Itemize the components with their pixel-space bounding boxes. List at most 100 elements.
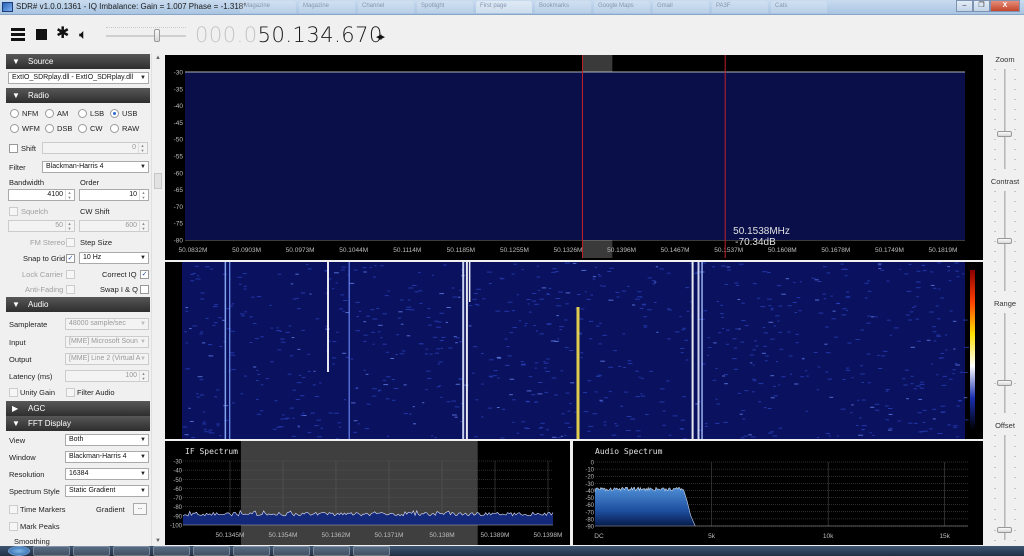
fm-stereo-checkbox[interactable] bbox=[66, 238, 75, 247]
anti-fading-checkbox[interactable] bbox=[66, 285, 75, 294]
main-spectrum-svg[interactable]: -30 -35 -40 -45 -50 -55 -60 -65 -70 -75 -80 50.0832… bbox=[165, 55, 983, 260]
audio-spectrum-plot[interactable]: Audio Spectrum 0 -10 -20 -30 -40 -50 -60 -70 -80 -… bbox=[573, 441, 983, 545]
bandwidth-input[interactable]: 4100 ▲ ▼ bbox=[8, 189, 75, 201]
fft-display-panel-header[interactable]: ▼ FFT Display bbox=[6, 416, 150, 431]
shift-input[interactable]: 0 ▲ ▼ bbox=[42, 142, 148, 154]
filter-select[interactable]: Blackman-Harris 4 ▼ bbox=[42, 161, 149, 173]
time-markers-checkbox[interactable] bbox=[9, 505, 18, 514]
mode-radio-wfm[interactable] bbox=[10, 124, 19, 133]
speaker-icon[interactable]: 🔈︎ bbox=[79, 27, 95, 41]
volume-slider[interactable] bbox=[106, 27, 186, 42]
squelch-checkbox[interactable] bbox=[9, 207, 18, 216]
slider-thumb[interactable] bbox=[997, 526, 1012, 533]
taskbar-item[interactable] bbox=[33, 546, 70, 556]
taskbar-item[interactable] bbox=[353, 546, 390, 556]
zoom-slider[interactable]: Zoom bbox=[990, 53, 1020, 173]
waterfall-svg[interactable] bbox=[165, 262, 983, 439]
frequency-display[interactable]: 000.050.134.670 bbox=[195, 23, 383, 47]
mode-radio-usb[interactable] bbox=[110, 109, 119, 118]
correct-iq-checkbox[interactable]: ✓ bbox=[140, 270, 149, 279]
browser-tab[interactable]: First page bbox=[476, 1, 532, 13]
lock-carrier-checkbox[interactable] bbox=[66, 270, 75, 279]
mode-radio-lsb[interactable] bbox=[78, 109, 87, 118]
frequency-step-arrows-icon[interactable]: ◂▸ bbox=[376, 30, 385, 43]
order-input[interactable]: 10 ▲ ▼ bbox=[79, 189, 149, 201]
squelch-input[interactable]: 50 ▲ ▼ bbox=[8, 220, 75, 232]
scroll-down-icon[interactable]: ▼ bbox=[155, 538, 161, 544]
main-spectrum-plot[interactable]: -30 -35 -40 -45 -50 -55 -60 -65 -70 -75 -80 50.0832… bbox=[165, 55, 983, 260]
mode-radio-raw[interactable] bbox=[110, 124, 119, 133]
spin-arrows-icon[interactable]: ▲ ▼ bbox=[138, 143, 146, 153]
scroll-up-icon[interactable]: ▲ bbox=[155, 55, 161, 61]
restore-button[interactable]: ❐ bbox=[973, 0, 990, 12]
sidebar-scrollbar[interactable]: ▲ ▼ bbox=[151, 53, 163, 546]
scrollbar-thumb[interactable] bbox=[154, 173, 162, 189]
hamburger-menu-icon[interactable] bbox=[11, 28, 25, 42]
gradient-button[interactable]: ... bbox=[133, 503, 147, 515]
minimize-button[interactable]: – bbox=[956, 0, 973, 12]
browser-tab[interactable]: Bookmarks bbox=[535, 1, 591, 13]
spin-arrows-icon[interactable]: ▲ ▼ bbox=[139, 190, 147, 200]
unity-gain-checkbox[interactable] bbox=[9, 388, 18, 397]
frequency-digits[interactable]: 50.134.670 bbox=[258, 23, 383, 47]
agc-panel-header[interactable]: ▶ AGC bbox=[6, 401, 150, 416]
slider-thumb[interactable] bbox=[997, 380, 1012, 386]
audio-output-select[interactable]: [MME] Line 2 (Virtual A ▼ bbox=[65, 353, 149, 365]
audio-panel-header[interactable]: ▼ Audio bbox=[6, 297, 150, 312]
latency-input[interactable]: 100 ▲ ▼ bbox=[65, 370, 149, 382]
range-slider[interactable]: Range bbox=[990, 297, 1020, 417]
taskbar-item[interactable] bbox=[113, 546, 150, 556]
shift-checkbox[interactable] bbox=[9, 144, 18, 153]
fft-window-select[interactable]: Blackman-Harris 4 ▼ bbox=[65, 451, 149, 463]
audio-input-select[interactable]: [MME] Microsoft Soun ▼ bbox=[65, 336, 149, 348]
swap-iq-checkbox[interactable] bbox=[140, 285, 149, 294]
gear-icon[interactable]: ✱ bbox=[56, 26, 72, 42]
frequency-leading-digits[interactable]: 000.0 bbox=[195, 23, 258, 47]
taskbar-item[interactable] bbox=[273, 546, 310, 556]
mark-peaks-checkbox[interactable] bbox=[9, 522, 18, 531]
mode-radio-dsb[interactable] bbox=[45, 124, 54, 133]
snap-to-grid-checkbox[interactable]: ✓ bbox=[66, 254, 75, 263]
browser-tab[interactable]: Spotlight bbox=[417, 1, 473, 13]
taskbar-item[interactable] bbox=[233, 546, 270, 556]
taskbar-item[interactable] bbox=[153, 546, 190, 556]
spin-arrows-icon[interactable]: ▲ ▼ bbox=[139, 221, 147, 231]
close-button[interactable]: X bbox=[990, 0, 1020, 12]
browser-tab[interactable]: Cats bbox=[771, 1, 827, 13]
browser-tab[interactable]: PA3F bbox=[712, 1, 768, 13]
waterfall-display[interactable] bbox=[165, 262, 983, 439]
taskbar-item[interactable] bbox=[73, 546, 110, 556]
taskbar-item[interactable] bbox=[313, 546, 350, 556]
mode-radio-nfm[interactable] bbox=[10, 109, 19, 118]
cw-shift-input[interactable]: 600 ▲ ▼ bbox=[79, 220, 149, 232]
radio-panel-header[interactable]: ▼ Radio bbox=[6, 88, 150, 103]
spectrum-style-select[interactable]: Static Gradient ▼ bbox=[65, 485, 149, 497]
slider-thumb[interactable] bbox=[997, 238, 1012, 244]
taskbar-item[interactable] bbox=[193, 546, 230, 556]
start-button[interactable] bbox=[8, 546, 30, 556]
browser-tab[interactable]: Google Maps bbox=[594, 1, 650, 13]
browser-tab[interactable]: Gmail bbox=[653, 1, 709, 13]
browser-tab[interactable]: Magazine bbox=[240, 1, 296, 13]
filter-audio-checkbox[interactable] bbox=[66, 388, 75, 397]
mode-radio-am[interactable] bbox=[45, 109, 54, 118]
source-panel-header[interactable]: ▼ Source bbox=[6, 54, 150, 69]
audio-spectrum-svg[interactable]: Audio Spectrum0-10-20-30-40-50-60-70-80 -… bbox=[573, 441, 983, 545]
stop-icon[interactable] bbox=[36, 29, 47, 40]
step-size-select[interactable]: 10 Hz ▼ bbox=[79, 252, 149, 264]
volume-slider-thumb[interactable] bbox=[154, 29, 161, 42]
spin-arrows-icon[interactable]: ▲ ▼ bbox=[65, 190, 73, 200]
browser-tab[interactable]: Magazine bbox=[299, 1, 355, 13]
view-select[interactable]: Both ▼ bbox=[65, 434, 149, 446]
spin-arrows-icon[interactable]: ▲ ▼ bbox=[65, 221, 73, 231]
mode-radio-cw[interactable] bbox=[78, 124, 87, 133]
source-device-select[interactable]: ExtIO_SDRplay.dll - ExtIO_SDRplay.dll ▼ bbox=[8, 72, 149, 84]
browser-tab[interactable]: Channel bbox=[358, 1, 414, 13]
resolution-select[interactable]: 16384 ▼ bbox=[65, 468, 149, 480]
if-spectrum-plot[interactable]: IF Spectrum -30 -40 -50 -60 -70 -80 -90 -100 50.1… bbox=[165, 441, 570, 545]
slider-thumb[interactable] bbox=[997, 131, 1012, 137]
samplerate-select[interactable]: 48000 sample/sec ▼ bbox=[65, 318, 149, 330]
spin-arrows-icon[interactable]: ▲ ▼ bbox=[139, 371, 147, 381]
if-spectrum-svg[interactable]: IF Spectrum-30 -40 -50 -60 -70 -80 -90 -100 50.1… bbox=[165, 441, 570, 545]
contrast-slider[interactable]: Contrast bbox=[990, 175, 1020, 295]
